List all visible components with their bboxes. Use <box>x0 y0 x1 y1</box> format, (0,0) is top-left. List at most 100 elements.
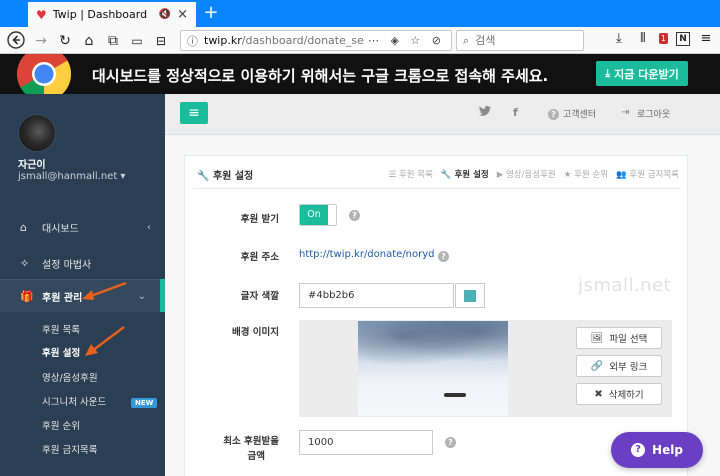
panel-title-text: 후원 설정 <box>212 171 254 182</box>
sidebar-item-label: 후원 관리 <box>42 292 83 304</box>
help-button[interactable]: ? Help <box>611 432 703 468</box>
home-icon[interactable]: ⌂ <box>79 31 99 51</box>
search-icon: ⌕ <box>463 33 470 47</box>
donation-address-link[interactable]: http://twip.kr/donate/noryd <box>299 249 435 260</box>
sidebar-subitem-video-voice[interactable]: 영상/음성후원 <box>42 370 98 384</box>
color-label: 글자 색깔 <box>240 291 279 302</box>
new-tab-button[interactable]: + <box>200 3 222 25</box>
panel-title: 🔧 후원 설정 <box>197 167 253 182</box>
panel-tabs: ☰ 후원 목록 🔧 후원 설정 ▶ 영상/음성후원 ★ 후원 순위 👥 후원 금… <box>389 168 679 180</box>
tab-donation-ranking[interactable]: ★ 후원 순위 <box>564 168 608 180</box>
sidebar-subitem-signature-sound[interactable]: 시그니처 사운드 <box>42 394 106 408</box>
min-amount-label-line1: 최소 후원받을 <box>223 436 279 447</box>
delete-image-button[interactable]: ✖ 삭제하기 <box>576 383 662 405</box>
external-link-button[interactable]: 🔗 외부 링크 <box>576 355 662 377</box>
logout-link[interactable]: 로그아웃 <box>637 107 670 120</box>
tab-label: 후원 금지목록 <box>629 170 679 180</box>
caret-down-icon: ▾ <box>120 171 126 182</box>
question-icon[interactable]: ? <box>438 251 449 262</box>
menu-icon[interactable]: ≡ <box>698 31 714 46</box>
search-input[interactable] <box>475 34 566 47</box>
tab-donation-settings[interactable]: 🔧 후원 설정 <box>441 168 489 180</box>
sidebar-subitem-blocklist[interactable]: 후원 금지목록 <box>42 442 97 456</box>
new-badge: NEW <box>131 398 158 408</box>
mute-icon[interactable]: 🔇 <box>159 9 171 20</box>
file-select-button[interactable]: 🖼 파일 선택 <box>576 327 662 349</box>
home-icon: ⌂ <box>20 220 27 234</box>
sidebar-item-dashboard[interactable]: ⌂ 대시보드 ‹ <box>0 210 165 244</box>
bg-image-label: 배경 이미지 <box>231 327 279 338</box>
support-link[interactable]: 고객센터 <box>563 107 596 120</box>
browser-right-tools: ⤓ ⫴ 1 N ≡ <box>611 31 714 46</box>
help-label: Help <box>652 443 683 457</box>
avatar[interactable] <box>18 114 56 152</box>
receive-label: 후원 받기 <box>240 214 279 225</box>
sidebar-subitem-donation-settings[interactable]: 후원 설정 <box>42 345 80 359</box>
question-icon[interactable]: ? <box>349 210 360 221</box>
gift-icon: 🎁 <box>20 289 34 303</box>
user-email-dropdown[interactable]: jsmall@hanmall.net ▾ <box>18 171 125 182</box>
tab-title: Twip | Dashboard <box>52 8 148 21</box>
library-icon[interactable]: ⧉ <box>103 31 123 51</box>
sidebar-item-setup-wizard[interactable]: ✧ 설정 마법사 <box>0 246 165 280</box>
twitter-icon[interactable] <box>479 106 491 119</box>
annotation-arrow <box>82 281 127 300</box>
forward-icon[interactable]: → <box>31 31 51 51</box>
wand-icon: ✧ <box>20 256 30 270</box>
logout-icon: ⇥ <box>621 107 630 118</box>
url-host: twip.kr <box>204 34 242 47</box>
n-extension-icon[interactable]: N <box>676 31 690 46</box>
toggle-state: On <box>300 205 328 225</box>
url-actions[interactable]: ⋯ ◈ ☆ ⊘ <box>368 34 445 47</box>
sidebar-toggle-icon[interactable]: ⊟ <box>151 31 171 51</box>
question-icon: ? <box>631 443 646 457</box>
download-icon: ⤓ <box>605 66 611 80</box>
browser-tab-bar: ♥ Twip | Dashboard 🔇 × + <box>0 0 720 27</box>
tab-donation-list[interactable]: ☰ 후원 목록 <box>389 168 433 180</box>
heart-icon: ♥ <box>36 7 47 22</box>
sidebar-subitem-donation-list[interactable]: 후원 목록 <box>42 322 80 336</box>
min-amount-input[interactable] <box>299 430 433 455</box>
tab-blocklist[interactable]: 👥 후원 금지목록 <box>616 168 679 180</box>
download-chrome-button[interactable]: ⤓ 지금 다운받기 <box>596 61 688 86</box>
tab-label: 후원 목록 <box>398 170 433 180</box>
menu-toggle-button[interactable]: ≡ <box>180 102 208 124</box>
tab-video-voice[interactable]: ▶ 영상/음성후원 <box>497 168 556 180</box>
url-bar[interactable]: ⓘ twip.kr/dashboard/donate_se ⋯ ◈ ☆ ⊘ <box>180 30 452 51</box>
notification-badge[interactable]: 1 <box>658 33 668 44</box>
sidebar-item-label: 설정 마법사 <box>42 259 92 271</box>
annotation-arrow <box>85 326 125 356</box>
tab-label: 후원 순위 <box>574 170 609 180</box>
receive-toggle[interactable]: On <box>299 204 337 226</box>
color-picker[interactable] <box>455 283 485 308</box>
text-color-input[interactable] <box>299 283 454 308</box>
sidebar-subitem-donation-ranking[interactable]: 후원 순위 <box>42 418 80 432</box>
url-path: /dashboard/donate_se <box>241 34 364 47</box>
times-icon: ✖ <box>594 388 603 400</box>
close-icon[interactable]: × <box>177 7 188 22</box>
bg-image-preview <box>358 321 508 416</box>
link-icon: 🔗 <box>590 360 604 372</box>
bookmarks-icon[interactable]: ⫴ <box>635 31 651 46</box>
sky-clouds <box>358 321 508 371</box>
chrome-logo-icon <box>16 54 72 94</box>
color-swatch <box>464 290 476 302</box>
top-nav: ≡ f ? 고객센터 ⇥ 로그아웃 <box>165 94 720 135</box>
search-bar[interactable]: ⌕ <box>456 30 584 51</box>
browser-tab[interactable]: ♥ Twip | Dashboard 🔇 × <box>28 0 196 27</box>
chevron-down-icon: ⌄ <box>137 290 146 302</box>
watermark-text: jsmall.net <box>578 275 672 296</box>
extension-icon[interactable]: ▭ <box>127 31 147 51</box>
min-amount-label-line2: 금액 <box>247 451 265 462</box>
sidebar-item-label: 대시보드 <box>42 223 79 235</box>
user-name: 자근이 <box>18 160 46 171</box>
question-icon: ? <box>548 109 559 120</box>
preview-figure <box>444 393 466 397</box>
download-icon[interactable]: ⤓ <box>611 31 627 46</box>
delete-label: 삭제하기 <box>608 390 644 401</box>
facebook-icon[interactable]: f <box>513 106 518 119</box>
reload-icon[interactable]: ↻ <box>55 31 75 51</box>
back-icon[interactable] <box>6 31 26 51</box>
question-icon[interactable]: ? <box>445 437 456 448</box>
info-icon[interactable]: ⓘ <box>187 33 198 49</box>
